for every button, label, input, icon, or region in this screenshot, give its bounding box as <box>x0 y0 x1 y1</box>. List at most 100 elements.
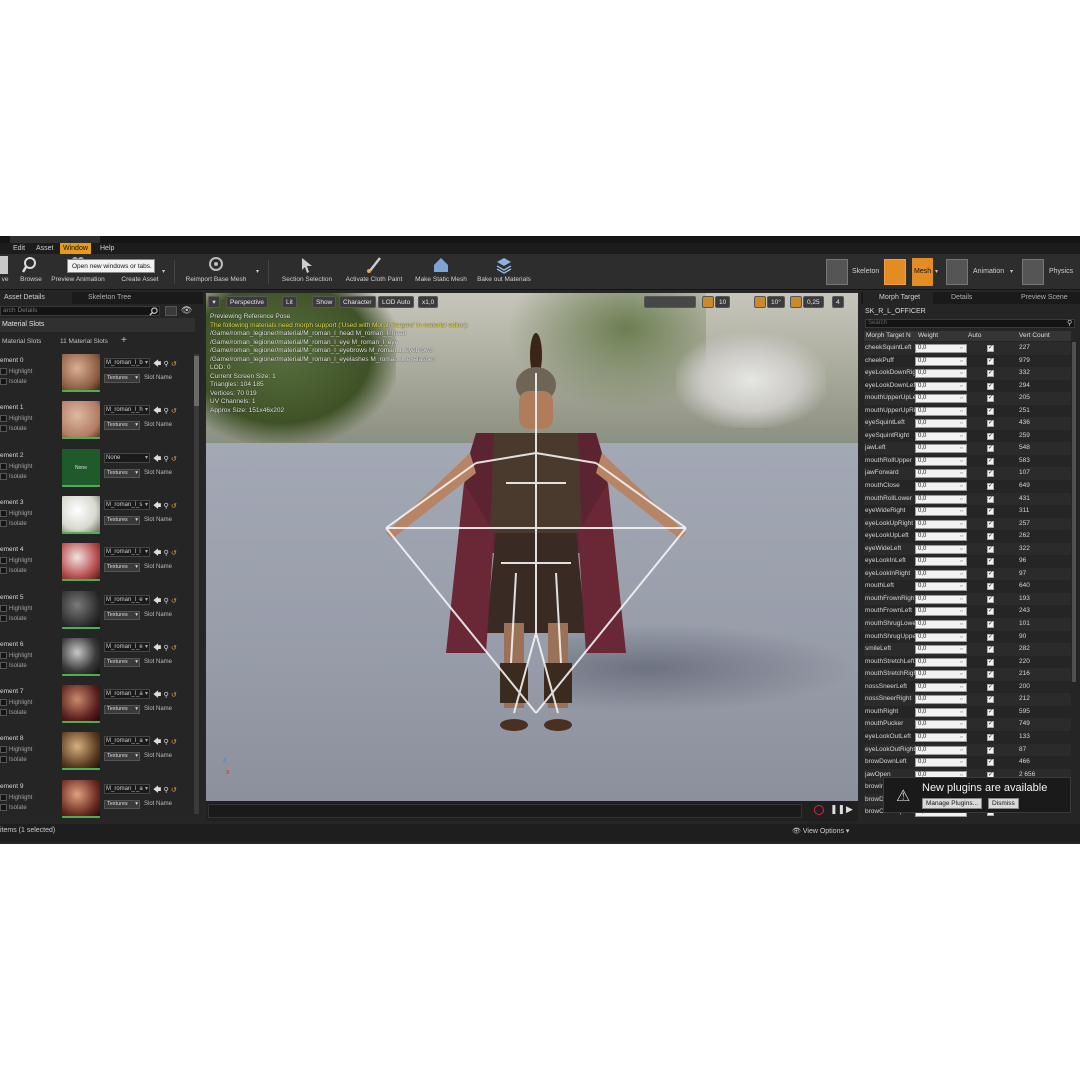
morph-weight-input[interactable]: 0,0 <box>915 695 967 705</box>
auto-checkbox[interactable]: ✓ <box>987 545 994 553</box>
browse-icon[interactable]: ⚲ <box>164 739 169 746</box>
morph-target-row[interactable]: eyeSquintRight 0,0 ✓ 259 <box>864 430 1071 443</box>
textures-dropdown[interactable]: Textures <box>104 705 140 715</box>
reset-icon[interactable]: ↺ <box>171 550 177 557</box>
use-selected-icon[interactable]: 🡄 <box>153 596 161 605</box>
reset-icon[interactable]: ↺ <box>171 598 177 605</box>
morph-target-row[interactable]: eyeLookUpRight0,0 ✓ 257 <box>864 517 1071 531</box>
morph-target-row[interactable]: mouthUpperUpLeft0,0 ✓ 205 <box>864 392 1071 405</box>
textures-dropdown[interactable]: Textures <box>104 563 140 573</box>
record-icon[interactable] <box>814 805 824 815</box>
morph-target-row[interactable]: mouthLeft 0,0 ✓ 640 <box>864 580 1071 593</box>
material-thumbnail[interactable] <box>62 590 100 629</box>
menu-help[interactable]: Help <box>97 243 117 254</box>
morph-target-row[interactable]: mouthRight 0,0 ✓ 595 <box>864 706 1071 719</box>
grid-snap-toggle[interactable] <box>702 296 714 308</box>
character-button[interactable]: Character <box>339 296 376 308</box>
auto-checkbox[interactable]: ✓ <box>987 646 994 654</box>
highlight-checkbox[interactable]: Highlight <box>0 699 120 706</box>
morph-target-row[interactable]: nossSneerRight0,0 ✓ 212 <box>864 693 1071 706</box>
morph-weight-input[interactable]: 0,0 <box>915 544 967 554</box>
asset-tab[interactable] <box>10 236 100 243</box>
reset-icon[interactable]: ↺ <box>171 456 177 463</box>
show-button[interactable]: Show <box>312 296 337 308</box>
timeline-scrubber[interactable] <box>208 804 802 818</box>
use-selected-icon[interactable]: 🡄 <box>153 785 161 794</box>
morph-target-row[interactable]: mouthClose 0,0 ✓ 649 <box>864 480 1071 493</box>
morph-target-row[interactable]: eyeLookInLeft 0,0 ✓ 96 <box>864 555 1071 568</box>
morph-target-row[interactable]: eyeLookDownRight0,0 ✓ 332 <box>864 367 1071 380</box>
textures-dropdown[interactable]: Textures <box>104 515 140 525</box>
isolate-checkbox[interactable]: Isolate <box>0 425 120 432</box>
material-selector[interactable]: None <box>104 452 150 463</box>
auto-checkbox[interactable]: ✓ <box>987 658 994 666</box>
morph-target-row[interactable]: eyeWideLeft 0,0 ✓ 322 <box>864 542 1071 556</box>
morph-target-row[interactable]: eyeLookInRight 0,0 ✓ 97 <box>864 567 1071 581</box>
morph-weight-input[interactable]: 0,0 <box>915 732 967 742</box>
tab-asset-details[interactable]: Asset Details <box>0 292 72 304</box>
material-thumbnail[interactable] <box>62 732 100 771</box>
use-selected-icon[interactable]: 🡄 <box>153 737 161 746</box>
mesh-dropdown-icon[interactable]: ▾ <box>935 268 938 275</box>
use-selected-icon[interactable]: 🡄 <box>153 690 161 699</box>
isolate-checkbox[interactable]: Isolate <box>0 473 120 480</box>
use-selected-icon[interactable]: 🡄 <box>153 454 161 463</box>
browse-icon[interactable]: ⚲ <box>164 456 169 463</box>
browse-icon[interactable]: ⚲ <box>164 692 169 699</box>
auto-checkbox[interactable]: ✓ <box>987 683 994 691</box>
preview-viewport[interactable]: ▾ Perspective Lit Show Character LOD Aut… <box>206 293 858 801</box>
auto-checkbox[interactable]: ✓ <box>987 671 994 679</box>
mesh-mode-button[interactable]: Mesh <box>912 258 934 286</box>
reset-icon[interactable]: ↺ <box>171 739 177 746</box>
auto-checkbox[interactable]: ✓ <box>987 445 994 453</box>
col-auto[interactable]: Auto <box>968 331 981 341</box>
section-selection-button[interactable]: Section Selection <box>278 256 336 288</box>
isolate-checkbox[interactable]: Isolate <box>0 709 120 716</box>
tab-details[interactable]: Details <box>935 292 1007 304</box>
use-selected-icon[interactable]: 🡄 <box>153 643 161 652</box>
reimport-base-mesh-button[interactable]: Reimport Base Mesh <box>182 256 250 288</box>
tab-preview-scene[interactable]: Preview Scene <box>1007 292 1080 304</box>
browse-icon[interactable]: ⚲ <box>164 550 169 557</box>
morph-target-row[interactable]: mouthRollUpper0,0 ✓ 583 <box>864 455 1071 468</box>
auto-checkbox[interactable]: ✓ <box>987 483 994 491</box>
auto-checkbox[interactable]: ✓ <box>987 357 994 365</box>
morph-target-row[interactable]: eyeLookDownLeft0,0 ✓ 294 <box>864 380 1071 393</box>
auto-checkbox[interactable]: ✓ <box>987 733 994 741</box>
auto-checkbox[interactable]: ✓ <box>987 370 994 378</box>
material-selector[interactable]: M_roman_l_s <box>104 499 150 510</box>
morph-weight-input[interactable]: 0,0 <box>915 519 967 529</box>
highlight-checkbox[interactable]: Highlight <box>0 510 120 517</box>
morph-weight-input[interactable]: 0,0 <box>915 507 967 517</box>
morph-weight-input[interactable]: 0,0 <box>915 557 967 567</box>
morph-weight-input[interactable]: 0,0 <box>915 582 967 592</box>
morph-target-row[interactable]: mouthRollLower0,0 ✓ 431 <box>864 492 1071 506</box>
auto-checkbox[interactable]: ✓ <box>987 746 994 754</box>
isolate-checkbox[interactable]: Isolate <box>0 567 120 574</box>
isolate-checkbox[interactable]: Isolate <box>0 756 120 763</box>
material-thumbnail[interactable] <box>62 401 100 440</box>
angle-snap-value[interactable]: 10° <box>767 296 785 308</box>
highlight-checkbox[interactable]: Highlight <box>0 463 120 470</box>
textures-dropdown[interactable]: Textures <box>104 468 140 478</box>
camera-speed-value[interactable]: 4 <box>832 296 844 308</box>
auto-checkbox[interactable]: ✓ <box>987 508 994 516</box>
auto-checkbox[interactable]: ✓ <box>987 570 994 578</box>
lod-button[interactable]: LOD Auto <box>378 296 415 308</box>
material-thumbnail[interactable] <box>62 543 100 582</box>
col-morph-name[interactable]: Morph Target N <box>866 331 911 341</box>
morph-target-row[interactable]: nossSneerLeft 0,0 ✓ 200 <box>864 681 1071 694</box>
auto-checkbox[interactable]: ✓ <box>987 457 994 465</box>
morph-weight-input[interactable]: 0,0 <box>915 745 967 755</box>
create-asset-dropdown-icon[interactable]: ▾ <box>162 268 165 275</box>
morph-target-row[interactable]: mouthStretchRight0,0 ✓ 216 <box>864 668 1071 681</box>
grid-size-value[interactable]: 10 <box>715 296 731 308</box>
morph-weight-input[interactable]: 0,0 <box>915 532 967 542</box>
isolate-checkbox[interactable]: Isolate <box>0 520 120 527</box>
morph-weight-input[interactable]: 0,0 <box>915 431 967 441</box>
pause-icon[interactable]: ❚❚ <box>830 804 845 815</box>
use-selected-icon[interactable]: 🡄 <box>153 548 161 557</box>
highlight-checkbox[interactable]: Highlight <box>0 794 120 801</box>
auto-checkbox[interactable]: ✓ <box>987 621 994 629</box>
auto-checkbox[interactable]: ✓ <box>987 595 994 603</box>
